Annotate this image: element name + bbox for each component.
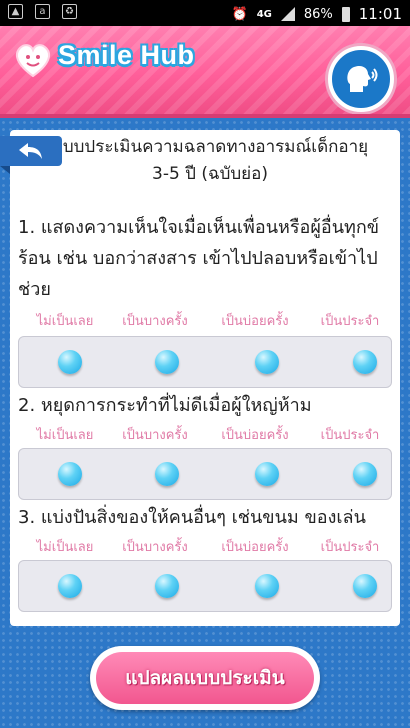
option-label-often: เป็นบ่อยครั้ง [221, 540, 289, 555]
option-label-sometimes: เป็นบางครั้ง [122, 540, 188, 555]
q3-radio-never[interactable] [58, 574, 82, 598]
heart-logo-icon [15, 44, 51, 78]
signal-icon [280, 7, 295, 21]
battery-icon [341, 6, 350, 22]
option-label-sometimes: เป็นบางครั้ง [122, 314, 188, 329]
option-label-never: ไม่เป็นเลย [36, 314, 94, 329]
network-type: 4G [256, 8, 272, 20]
alarm-icon: ⏰ [231, 6, 248, 22]
option-label-sometimes: เป็นบางครั้ง [122, 428, 188, 443]
title-line-1: แบบประเมินความฉลาดทางอารมณ์เด็กอายุ [51, 137, 369, 157]
question-2-options: ไม่เป็นเลย เป็นบางครั้ง เป็นบ่อยครั้ง เป… [10, 424, 400, 444]
page-title: แบบประเมินความฉลาดทางอารมณ์เด็กอายุ 3-5 … [50, 134, 370, 188]
q2-radio-always[interactable] [353, 462, 377, 486]
interpret-results-label: แปลผลแบบประเมิน [96, 652, 314, 704]
q1-radio-never[interactable] [58, 350, 82, 374]
back-arrow-icon [19, 143, 42, 159]
q2-radio-sometimes[interactable] [155, 462, 179, 486]
recycle-notification-icon: ♻ [62, 4, 77, 19]
option-label-always: เป็นประจำ [320, 314, 380, 329]
app-header: Smile Hub [0, 26, 410, 118]
question-3-radio-group [18, 560, 392, 612]
option-label-often: เป็นบ่อยครั้ง [221, 314, 289, 329]
speaking-head-icon [347, 65, 378, 92]
q1-radio-often[interactable] [255, 350, 279, 374]
battery-percent: 86% [303, 6, 333, 22]
question-3-options: ไม่เป็นเลย เป็นบางครั้ง เป็นบ่อยครั้ง เป… [10, 536, 400, 556]
image-notification-icon: ▲ [8, 4, 23, 19]
q2-radio-never[interactable] [58, 462, 82, 486]
option-label-never: ไม่เป็นเลย [36, 428, 94, 443]
q3-radio-sometimes[interactable] [155, 574, 179, 598]
q1-radio-always[interactable] [353, 350, 377, 374]
option-label-always: เป็นประจำ [320, 540, 380, 555]
option-label-never: ไม่เป็นเลย [36, 540, 94, 555]
speak-button[interactable] [328, 46, 394, 112]
amazon-notification-icon: a [35, 4, 50, 19]
title-line-2: 3-5 ปี (ฉบับย่อ) [152, 164, 268, 184]
question-2-text: 2. หยุดการกระทำที่ไม่ดีเมื่อผู้ใหญ่ห้าม [18, 395, 312, 416]
question-1-text: 1. แสดงความเห็นใจเมื่อเห็นเพื่อนหรือผู้อ… [18, 217, 380, 300]
back-button[interactable] [0, 136, 62, 174]
question-1-radio-group [18, 336, 392, 388]
q2-radio-often[interactable] [255, 462, 279, 486]
option-label-often: เป็นบ่อยครั้ง [221, 428, 289, 443]
status-bar: ▲ a ♻ ⏰ 4G 86% 11:01 [0, 0, 410, 26]
q1-radio-sometimes[interactable] [155, 350, 179, 374]
question-2-radio-group [18, 448, 392, 500]
q3-radio-always[interactable] [353, 574, 377, 598]
assessment-card[interactable]: แบบประเมินความฉลาดทางอารมณ์เด็กอายุ 3-5 … [10, 130, 400, 626]
clock: 11:01 [358, 5, 402, 23]
option-label-always: เป็นประจำ [320, 428, 380, 443]
interpret-results-button[interactable]: แปลผลแบบประเมิน [90, 646, 320, 710]
question-1-options: ไม่เป็นเลย เป็นบางครั้ง เป็นบ่อยครั้ง เป… [10, 310, 400, 330]
app-logo-text: Smile Hub [58, 40, 195, 70]
q3-radio-often[interactable] [255, 574, 279, 598]
question-3-text: 3. แบ่งปันสิ่งของให้คนอื่นๆ เช่นขนม ของเ… [18, 507, 366, 528]
